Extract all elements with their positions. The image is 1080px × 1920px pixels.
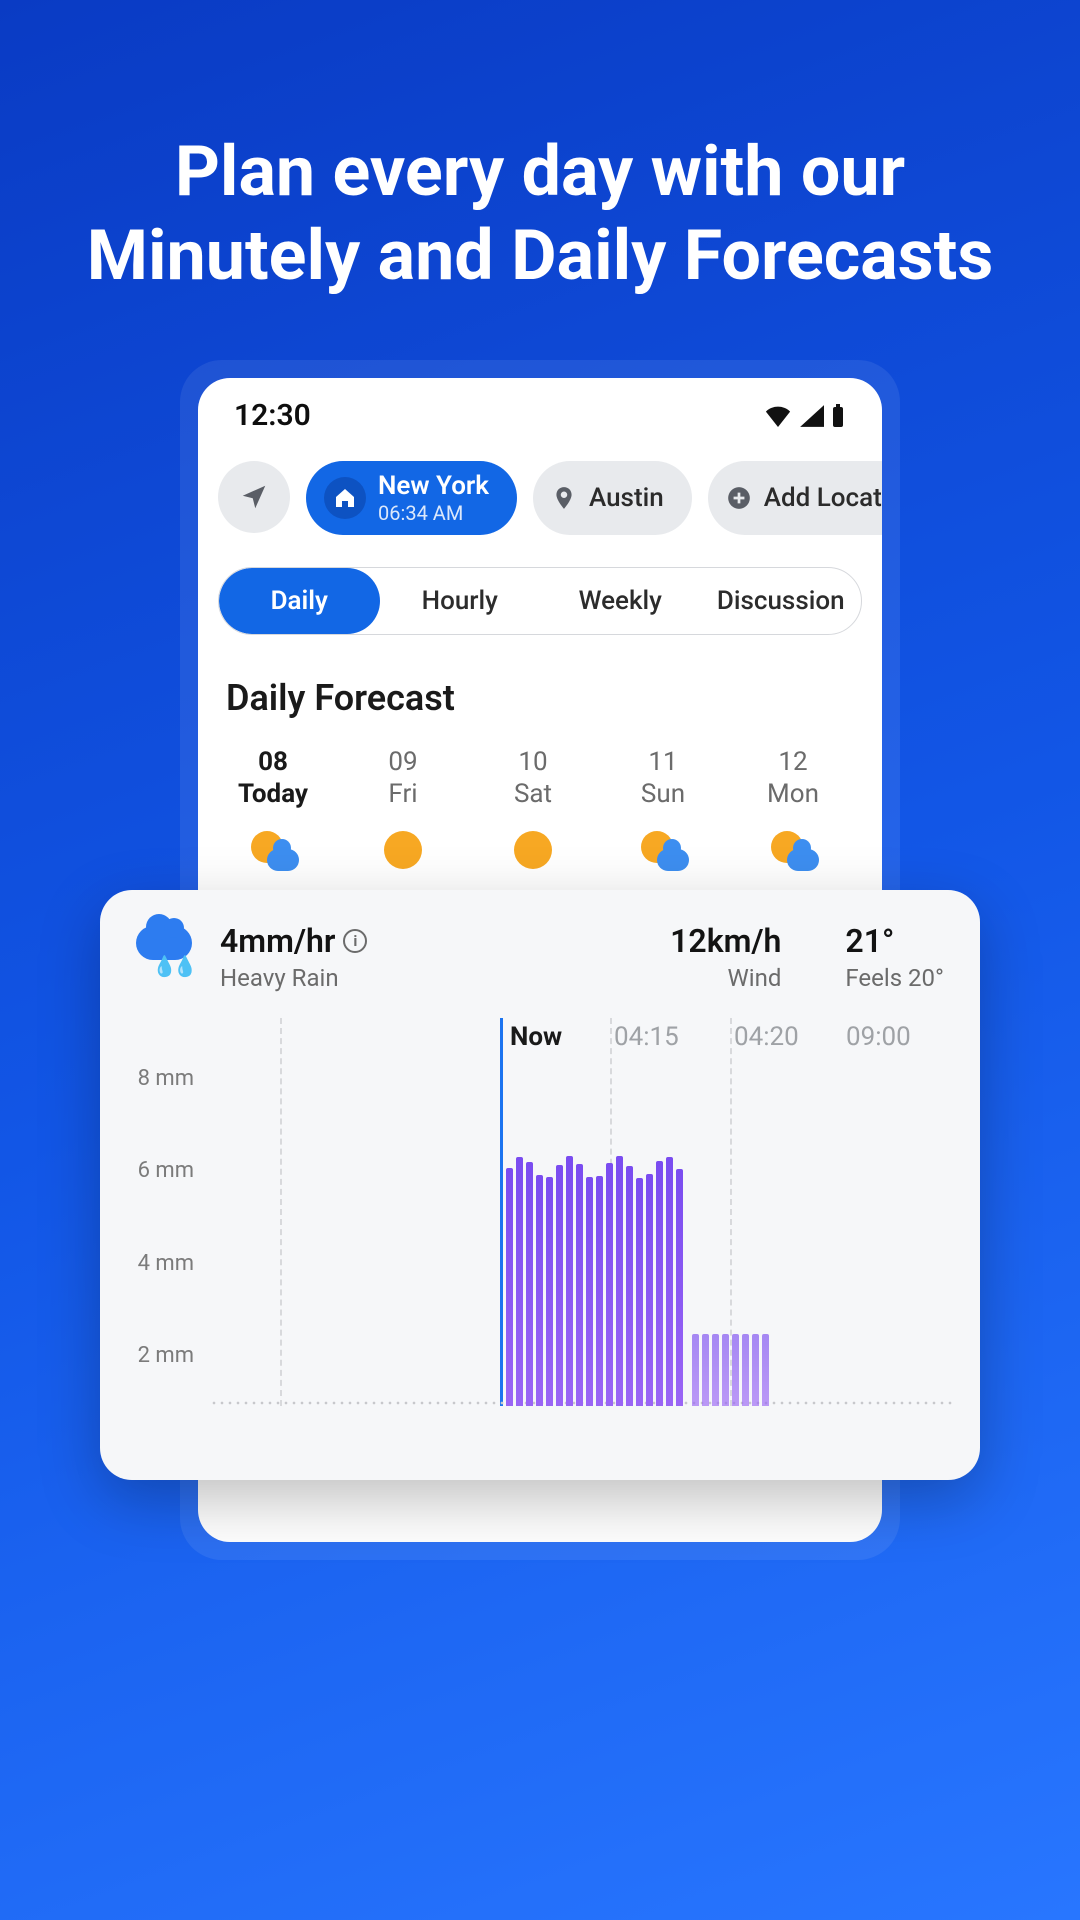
x-label-now: Now [510, 1022, 630, 1052]
chart-gridline [280, 1018, 282, 1406]
weather-icon [377, 831, 429, 883]
temp-value: 21° [845, 922, 944, 960]
tab-daily[interactable]: Daily [219, 568, 380, 634]
precip-bar [596, 1176, 603, 1406]
precip-bar [616, 1156, 623, 1406]
precip-bar [586, 1177, 593, 1406]
precip-bar [666, 1157, 673, 1406]
location-time: 06:34 AM [378, 501, 489, 525]
minutely-forecast-card: 💧💧 4mm/hr i Heavy Rain 12km/h Wind 21° F… [100, 890, 980, 1480]
x-label: 04:15 [614, 1022, 734, 1052]
x-label: 04:20 [734, 1022, 854, 1052]
chart-y-axis: 8 mm 6 mm 4 mm 2 mm [100, 1058, 210, 1418]
precip-bar [576, 1164, 583, 1406]
day-number: 09 [338, 747, 468, 777]
y-tick: 4 mm [100, 1251, 210, 1276]
add-location-label: Add Locati [764, 483, 882, 513]
day-number: 11 [598, 747, 728, 777]
weather-icon [637, 831, 689, 883]
precip-bar [762, 1334, 769, 1406]
weather-icon [767, 831, 819, 883]
precip-bar [676, 1169, 683, 1406]
day-name: Sat [468, 779, 598, 809]
precip-bar [702, 1334, 709, 1406]
day-name: Mon [728, 779, 858, 809]
precip-bar [692, 1334, 699, 1406]
precip-bar [546, 1177, 553, 1406]
signal-icon [798, 405, 824, 427]
hero-title: Plan every day with our Minutely and Dai… [0, 0, 1080, 298]
location-arrow-icon [239, 482, 269, 512]
day-name: Sun [598, 779, 728, 809]
y-tick: 6 mm [100, 1158, 210, 1183]
precip-bar [606, 1163, 613, 1406]
precip-bar [516, 1157, 523, 1406]
y-tick: 8 mm [100, 1066, 210, 1091]
info-icon[interactable]: i [343, 929, 367, 953]
precip-condition: Heavy Rain [220, 964, 367, 992]
day-number: 1 [858, 747, 882, 777]
precip-bar [636, 1178, 643, 1406]
tab-discussion[interactable]: Discussion [701, 568, 862, 634]
chart-plot: Now 04:15 04:20 09:00 [210, 1018, 956, 1428]
wifi-icon [764, 405, 792, 427]
precip-bar [656, 1161, 663, 1406]
day-number: 12 [728, 747, 858, 777]
precip-bar [732, 1334, 739, 1406]
precip-bar [566, 1156, 573, 1406]
day-name: Tu [858, 779, 882, 809]
x-label: 09:00 [846, 1022, 966, 1052]
pin-icon [551, 485, 577, 511]
precip-bar [722, 1334, 729, 1406]
chart-bars [692, 1334, 769, 1406]
add-location-button[interactable]: Add Locati [708, 461, 882, 535]
precip-bar [626, 1166, 633, 1406]
wind-label: Wind [670, 964, 781, 992]
chart-now-line [500, 1018, 503, 1406]
tab-weekly[interactable]: Weekly [540, 568, 701, 634]
precip-bar [556, 1165, 563, 1406]
chart-bars [506, 1156, 683, 1406]
plus-circle-icon [726, 485, 752, 511]
y-tick: 2 mm [100, 1343, 210, 1368]
day-name: Today [208, 779, 338, 809]
precip-rate: 4mm/hr i [220, 922, 367, 960]
location-name: Austin [589, 483, 664, 513]
precip-bar [646, 1174, 653, 1406]
status-bar: 12:30 [198, 378, 882, 443]
wind-value: 12km/h [670, 922, 781, 960]
forecast-tabs: Daily Hourly Weekly Discussion [218, 567, 862, 635]
weather-icon [507, 831, 559, 883]
minutely-chart[interactable]: 8 mm 6 mm 4 mm 2 mm Now 04:15 04:20 09:0… [100, 1018, 980, 1448]
heavy-rain-icon: 💧💧 [136, 922, 196, 978]
day-name: Fri [338, 779, 468, 809]
precip-bar [526, 1162, 533, 1406]
status-icons [764, 404, 846, 428]
weather-icon [247, 831, 299, 883]
location-pill-austin[interactable]: Austin [533, 461, 692, 535]
minutely-header: 💧💧 4mm/hr i Heavy Rain 12km/h Wind 21° F… [100, 918, 980, 1008]
section-title: Daily Forecast [198, 635, 882, 747]
precip-bar [536, 1175, 543, 1406]
precip-bar [712, 1334, 719, 1406]
location-pill-newyork[interactable]: New York 06:34 AM [306, 461, 517, 535]
day-number: 08 [208, 747, 338, 777]
precip-bar [506, 1168, 513, 1407]
precip-bar [742, 1334, 749, 1406]
tab-hourly[interactable]: Hourly [380, 568, 541, 634]
precip-bar [752, 1334, 759, 1406]
location-row: New York 06:34 AM Austin Add Locati [198, 443, 882, 545]
day-number: 10 [468, 747, 598, 777]
battery-icon [830, 404, 846, 428]
current-location-button[interactable] [218, 461, 290, 533]
location-name: New York [378, 471, 489, 501]
feels-like: Feels 20° [845, 964, 944, 992]
status-time: 12:30 [234, 398, 311, 433]
home-icon [324, 477, 366, 519]
